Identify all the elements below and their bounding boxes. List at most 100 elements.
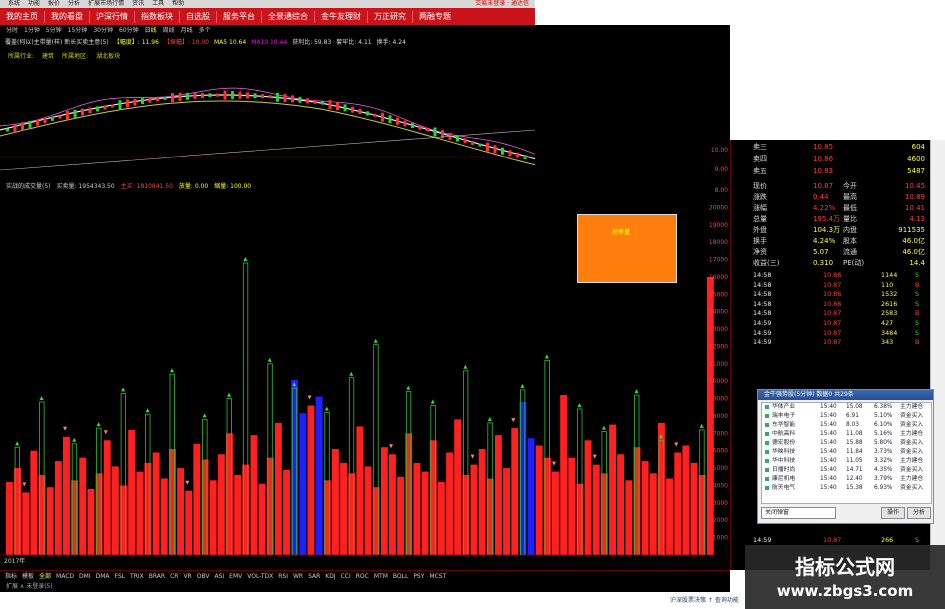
up-arrow-marker <box>373 338 378 343</box>
indicator-tab[interactable]: MACD <box>56 573 74 580</box>
ask-price: 10.86 <box>813 155 834 163</box>
vol-header-item: 放量: 0.00 <box>178 183 209 190</box>
up-arrow-marker <box>145 408 150 413</box>
indicator-tab[interactable]: WR <box>293 573 303 580</box>
period-tab[interactable]: 多个 <box>199 27 211 34</box>
indicator-tab[interactable]: RSI <box>278 573 288 580</box>
tick-row: 14:58 10.86 2616 S <box>753 300 931 310</box>
nav-tab[interactable]: 指数板块 <box>134 10 179 23</box>
candle-down <box>478 143 482 147</box>
indicator-tab[interactable]: FSL <box>115 573 126 580</box>
indicator-tab[interactable]: BRAR <box>149 573 165 580</box>
period-tab[interactable]: 15分钟 <box>68 27 88 34</box>
up-arrow-marker <box>72 437 77 442</box>
period-tab[interactable]: 月线 <box>181 27 193 34</box>
menu-item[interactable]: 报价 <box>48 0 60 7</box>
indicator-tab[interactable]: SAR <box>308 573 320 580</box>
nav-tab[interactable]: 金牛友理财 <box>314 10 367 23</box>
indicator-tab[interactable]: KDJ <box>325 573 335 580</box>
close-popup-field[interactable]: 关闭弹窗 <box>761 507 836 519</box>
popup-row[interactable]: 东华智能 15:40 8.03 6.10% 资金买入 <box>762 421 931 430</box>
tick-time: 14:58 <box>753 309 772 318</box>
indicator-tab[interactable]: VR <box>183 573 191 580</box>
volume-axis-label: 19000 <box>709 222 728 229</box>
menu-item[interactable]: 工具 <box>152 0 164 7</box>
nav-tab[interactable]: 服务平台 <box>216 10 261 23</box>
popup-row[interactable]: 瑞丰电子 15:40 6.91 5.10% 资金买入 <box>762 412 931 421</box>
menu-item[interactable]: 系统 <box>8 0 20 7</box>
indicator-tab[interactable]: DMI <box>79 573 91 580</box>
popup-row[interactable]: 华体产业 15:40 15.08 6.38% 主力建仓 <box>762 403 931 412</box>
period-tab[interactable]: 5分钟 <box>46 27 62 34</box>
menu-item[interactable]: 资讯 <box>132 0 144 7</box>
indicator-tab[interactable]: VOL-TDX <box>247 573 273 580</box>
popup-row[interactable]: 航天电气 15:40 15.38 6.93% 资金买入 <box>762 484 931 493</box>
volume-bar <box>209 480 217 555</box>
indicator-tab[interactable]: 指标 <box>5 573 17 580</box>
price-axis-label: 9.00 <box>715 166 729 173</box>
indicator-tab[interactable]: CR <box>170 573 178 580</box>
popup-row[interactable]: 华映科技 15:40 11.84 3.73% 资金买入 <box>762 448 931 457</box>
indicator-tab[interactable]: DMA <box>96 573 110 580</box>
popup-title[interactable]: 金牛强势股(5分钟) 数据0 共29条 <box>758 390 933 400</box>
analyze-button[interactable]: 分析 <box>907 507 931 519</box>
volume-axis-label: 16000 <box>709 274 728 281</box>
nav-tab[interactable]: 万正研究 <box>367 10 412 23</box>
up-arrow-marker <box>243 257 248 261</box>
indicator-tab[interactable]: MTM <box>374 573 388 580</box>
volume-axis-label: 17000 <box>709 257 728 264</box>
indicator-tab[interactable]: MCST <box>429 573 446 580</box>
period-tab[interactable]: 分时 <box>6 27 18 34</box>
volume-axis-label: 14000 <box>709 309 728 316</box>
indicator-tab[interactable]: ROC <box>356 573 369 580</box>
ask-row: 卖三 10.85 604 <box>731 142 931 153</box>
period-tab[interactable]: 30分钟 <box>93 27 113 34</box>
indicator-tab[interactable]: 模板 <box>22 573 34 580</box>
nav-tab[interactable]: 两融专题 <box>412 10 457 23</box>
stat-value: 5.07 <box>813 248 829 256</box>
popup-row[interactable]: 中航高科 15:40 11.08 5.16% 主力建仓 <box>762 430 931 439</box>
period-tab[interactable]: 1分钟 <box>24 27 40 34</box>
popup-row[interactable]: 康尼机电 15:40 12.40 3.79% 主力建仓 <box>762 475 931 484</box>
volume-bar <box>552 471 559 555</box>
period-tab[interactable]: 周线 <box>163 27 175 34</box>
period-tab[interactable]: 60分钟 <box>119 27 139 34</box>
indicator-tab[interactable]: OBV <box>197 573 210 580</box>
indicator-tab[interactable]: EMV <box>229 573 242 580</box>
period-tab[interactable]: 日线 <box>145 27 157 34</box>
candle-up <box>58 115 62 119</box>
indicator-tab[interactable]: CCI <box>341 573 351 580</box>
up-arrow-marker <box>39 396 44 401</box>
volume-bar <box>299 413 307 555</box>
indicator-tab[interactable]: TRIX <box>130 573 144 580</box>
nav-tab[interactable]: 自选股 <box>179 10 216 23</box>
popup-time: 15:40 <box>820 413 837 419</box>
tick-price: 10.87 <box>823 338 842 347</box>
popup-row[interactable]: 日播时尚 15:40 14.71 4.35% 资金买入 <box>762 466 931 475</box>
stat-label: 净资 <box>753 248 767 256</box>
nav-tab[interactable]: 我的主页 <box>0 11 44 23</box>
nav-tab[interactable]: 沪深行情 <box>89 10 134 23</box>
popup-price: 15.38 <box>846 485 863 491</box>
nav-tab[interactable]: 全景通综合 <box>261 10 314 23</box>
indicator-tab[interactable]: ASI <box>214 573 224 580</box>
popup-list[interactable]: 华体产业 15:40 15.08 6.38% 主力建仓 瑞丰电子 15:40 6.91 5.10… <box>761 402 932 504</box>
indicator-tab[interactable]: PSY <box>413 573 424 580</box>
popup-row[interactable]: 德宏股份 15:40 15.88 5.80% 资金买入 <box>762 439 931 448</box>
ask-price: 10.85 <box>813 143 834 151</box>
menu-item[interactable]: 帮助 <box>172 0 184 7</box>
menu-item[interactable]: 扩展市场行情 <box>88 0 124 7</box>
menu-item[interactable]: 分析 <box>68 0 80 7</box>
popup-time: 15:40 <box>820 449 837 455</box>
alert-popup[interactable]: 金牛强势股(5分钟) 数据0 共29条 华体产业 15:40 15.08 6.38% 主… <box>757 389 934 524</box>
indicator-tab[interactable]: 全部 <box>39 573 51 580</box>
down-arrow-marker <box>307 395 312 400</box>
nav-tab[interactable]: 我的看盘 <box>44 10 89 23</box>
operate-button[interactable]: 操作 <box>881 507 905 519</box>
popup-row[interactable]: 华中科技 15:40 11.05 3.32% 主力建仓 <box>762 457 931 466</box>
menu-item[interactable]: 功能 <box>28 0 40 7</box>
indicator-tab[interactable]: BOLL <box>393 573 408 580</box>
stock-icon <box>765 468 769 472</box>
stat-value-2: 4.13 <box>909 215 925 223</box>
popup-tag: 资金买入 <box>900 413 924 419</box>
